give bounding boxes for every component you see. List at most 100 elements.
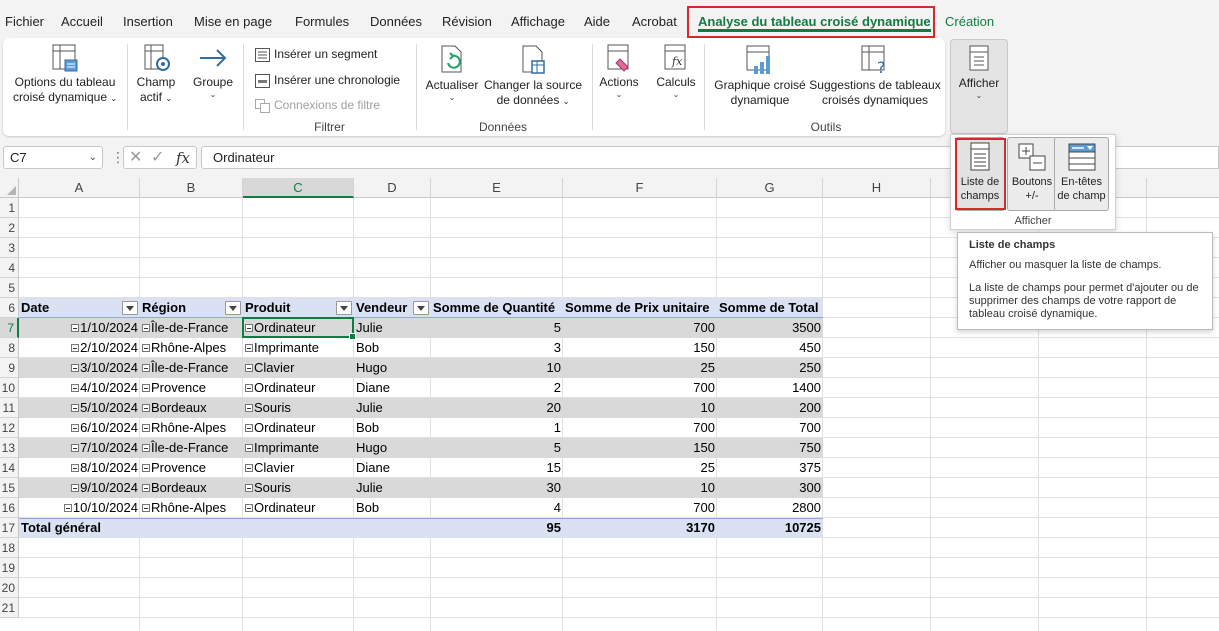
show-button[interactable]: Afficher ⌄ — [950, 39, 1008, 134]
pivot-cell-quantite[interactable]: 30 — [431, 478, 563, 498]
tab-affichage[interactable]: Affichage — [511, 0, 565, 38]
column-header-b[interactable]: B — [140, 178, 243, 198]
collapse-icon[interactable] — [245, 363, 253, 372]
tab-acrobat[interactable]: Acrobat — [632, 0, 677, 38]
insert-function-icon[interactable]: fx — [176, 148, 190, 168]
row-header-2[interactable]: 2 — [0, 218, 19, 238]
pivot-cell-prix[interactable]: 150 — [563, 338, 717, 358]
pivot-cell-total[interactable]: 750 — [717, 438, 823, 458]
collapse-icon[interactable] — [245, 403, 253, 412]
row-header-7[interactable]: 7 — [0, 318, 19, 338]
pivot-cell-produit[interactable]: Clavier — [243, 358, 354, 378]
pivot-cell-quantite[interactable]: 2 — [431, 378, 563, 398]
collapse-icon[interactable] — [71, 403, 80, 412]
collapse-icon[interactable] — [142, 423, 150, 432]
tab-accueil[interactable]: Accueil — [61, 0, 103, 38]
select-all-corner[interactable] — [0, 178, 19, 198]
pivot-cell-vendeur[interactable]: Bob — [354, 338, 431, 358]
collapse-icon[interactable] — [71, 483, 80, 492]
pivot-cell-vendeur[interactable]: Diane — [354, 378, 431, 398]
pivot-cell-vendeur[interactable]: Diane — [354, 458, 431, 478]
collapse-icon[interactable] — [71, 443, 80, 452]
tab-mise-en-page[interactable]: Mise en page — [194, 0, 272, 38]
collapse-icon[interactable] — [142, 483, 150, 492]
collapse-icon[interactable] — [245, 383, 253, 392]
pivot-cell-region[interactable]: Rhône-Alpes — [140, 498, 243, 518]
filter-dropdown-icon[interactable] — [413, 301, 429, 315]
row-header-21[interactable]: 21 — [0, 598, 19, 618]
pivot-cell-region[interactable]: Bordeaux — [140, 398, 243, 418]
row-header-20[interactable]: 20 — [0, 578, 19, 598]
column-header-g[interactable]: G — [717, 178, 823, 198]
row-header-4[interactable]: 4 — [0, 258, 19, 278]
pivot-cell-vendeur[interactable]: Julie — [354, 318, 431, 338]
column-header-k[interactable] — [1147, 178, 1219, 198]
pivot-cell-total[interactable]: 300 — [717, 478, 823, 498]
refresh-button[interactable]: Actualiser ⌄ — [424, 44, 480, 103]
pivot-cell-date[interactable]: 1/10/2024 — [19, 318, 140, 338]
calculations-button[interactable]: fx Calculs ⌄ — [652, 43, 700, 100]
pivot-cell-total[interactable]: 375 — [717, 458, 823, 478]
pivot-cell-quantite[interactable]: 5 — [431, 318, 563, 338]
pivot-cell-prix[interactable]: 25 — [563, 458, 717, 478]
collapse-icon[interactable] — [142, 323, 150, 332]
column-header-e[interactable]: E — [431, 178, 563, 198]
chevron-down-icon[interactable]: ⌄ — [89, 147, 97, 168]
collapse-icon[interactable] — [71, 423, 80, 432]
pivot-cell-vendeur[interactable]: Julie — [354, 478, 431, 498]
filter-dropdown-icon[interactable] — [336, 301, 352, 315]
collapse-icon[interactable] — [71, 363, 80, 372]
tab-donnees[interactable]: Données — [370, 0, 422, 38]
collapse-icon[interactable] — [142, 463, 150, 472]
active-cell-c7[interactable] — [242, 317, 356, 340]
column-header-c[interactable]: C — [243, 178, 354, 198]
pivot-cell-prix[interactable]: 25 — [563, 358, 717, 378]
pivot-cell-produit[interactable]: Clavier — [243, 458, 354, 478]
collapse-icon[interactable] — [245, 343, 253, 352]
row-header-8[interactable]: 8 — [0, 338, 19, 358]
pivot-cell-date[interactable]: 10/10/2024 — [19, 498, 140, 518]
field-headers-button[interactable]: En-têtes de champ — [1054, 137, 1109, 211]
collapse-icon[interactable] — [142, 363, 150, 372]
tab-creation[interactable]: Création — [945, 0, 994, 38]
collapse-icon[interactable] — [142, 503, 150, 512]
cancel-icon[interactable]: ✕ — [129, 148, 142, 168]
column-header-f[interactable]: F — [563, 178, 717, 198]
pivot-cell-total[interactable]: 3500 — [717, 318, 823, 338]
tab-fichier[interactable]: Fichier — [5, 0, 44, 38]
pivot-cell-quantite[interactable]: 5 — [431, 438, 563, 458]
pivot-cell-region[interactable]: Rhône-Alpes — [140, 418, 243, 438]
collapse-icon[interactable] — [245, 443, 253, 452]
pivot-cell-region[interactable]: Île-de-France — [140, 358, 243, 378]
enter-icon[interactable]: ✓ — [151, 148, 164, 168]
collapse-icon[interactable] — [71, 383, 80, 392]
row-header-12[interactable]: 12 — [0, 418, 19, 438]
pivot-cell-quantite[interactable]: 4 — [431, 498, 563, 518]
row-header-17[interactable]: 17 — [0, 518, 19, 538]
pivot-cell-produit[interactable]: Souris — [243, 478, 354, 498]
pivot-cell-quantite[interactable]: 1 — [431, 418, 563, 438]
plus-minus-buttons-button[interactable]: Boutons +/- — [1007, 137, 1057, 211]
pivot-cell-prix[interactable]: 700 — [563, 418, 717, 438]
pivot-cell-prix[interactable]: 10 — [563, 398, 717, 418]
active-field-button[interactable]: Champ actif ⌄ — [132, 43, 180, 106]
row-header-14[interactable]: 14 — [0, 458, 19, 478]
pivot-cell-produit[interactable]: Souris — [243, 398, 354, 418]
pivot-cell-total[interactable]: 250 — [717, 358, 823, 378]
pivot-cell-prix[interactable]: 700 — [563, 498, 717, 518]
pivot-cell-date[interactable]: 6/10/2024 — [19, 418, 140, 438]
pivot-cell-region[interactable]: Provence — [140, 378, 243, 398]
pivot-cell-region[interactable]: Île-de-France — [140, 318, 243, 338]
pivot-cell-produit[interactable]: Ordinateur — [243, 498, 354, 518]
filter-dropdown-icon[interactable] — [225, 301, 241, 315]
pivot-cell-vendeur[interactable]: Bob — [354, 498, 431, 518]
tab-formules[interactable]: Formules — [295, 0, 349, 38]
pivot-cell-prix[interactable]: 700 — [563, 318, 717, 338]
pivot-chart-button[interactable]: Graphique croisé dynamique — [712, 44, 808, 108]
row-header-3[interactable]: 3 — [0, 238, 19, 258]
pivot-cell-prix[interactable]: 10 — [563, 478, 717, 498]
pivot-cell-produit[interactable]: Imprimante — [243, 438, 354, 458]
tab-revision[interactable]: Révision — [442, 0, 492, 38]
pivot-cell-produit[interactable]: Imprimante — [243, 338, 354, 358]
column-header-d[interactable]: D — [354, 178, 431, 198]
